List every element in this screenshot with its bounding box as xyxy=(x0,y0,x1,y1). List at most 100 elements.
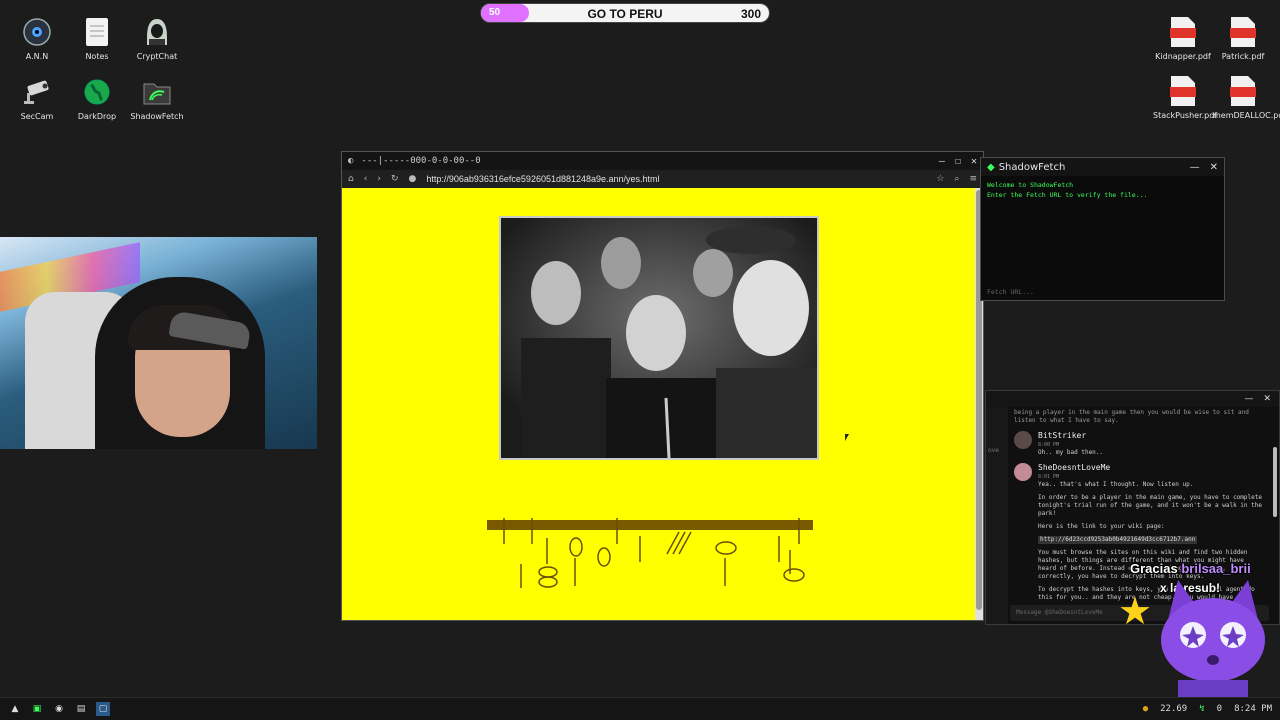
message-text: Here is the link to your wiki page: xyxy=(1038,523,1165,530)
desktop-icon-seccam[interactable]: SecCam xyxy=(7,76,67,121)
desktop-icon-label: Patrick.pdf xyxy=(1221,52,1265,61)
start-menu-icon[interactable]: ▲ xyxy=(8,702,22,716)
address-bar[interactable]: http://906ab936316efce5926051d881248a9e.… xyxy=(426,174,926,184)
chat-contact-list[interactable]: ove xyxy=(986,407,1008,624)
hacker-hood-icon xyxy=(141,16,173,48)
desktop-icon-notes[interactable]: Notes xyxy=(67,16,127,61)
desktop-icon-ann[interactable]: A.N.N xyxy=(7,16,67,61)
browser-titlebar[interactable]: ◐ ---|-----000-0-0-00--0 — ☐ ✕ xyxy=(342,152,983,170)
pdf-icon xyxy=(1227,75,1259,107)
console-line: Welcome to ShadowFetch xyxy=(987,181,1074,189)
resub-alert: Gracias brilsaa_brii xyxy=(1130,561,1251,576)
desktop-icon-patrick-pdf[interactable]: Patrick.pdf xyxy=(1213,16,1273,61)
globe-icon xyxy=(81,76,113,108)
signal-value: 0 xyxy=(1216,704,1223,714)
avatar xyxy=(1014,431,1032,449)
desktop-icon-label: DarkDrop xyxy=(77,112,117,121)
desktop-icon-label: Kidnapper.pdf xyxy=(1155,52,1211,61)
alert-prefix: Gracias xyxy=(1130,561,1178,576)
message-text: Yea.. that's what I thought. Now listen … xyxy=(1038,481,1194,488)
alert-username: brilsaa_brii xyxy=(1181,561,1251,576)
goal-target-value: 300 xyxy=(740,7,761,21)
message-text: In order to be a player in the main game… xyxy=(1038,494,1262,517)
desktop-icon-darkdrop[interactable]: DarkDrop xyxy=(67,76,127,121)
shadowfetch-titlebar[interactable]: ◆ ShadowFetch — ✕ xyxy=(981,158,1224,176)
wiki-link[interactable]: http://6d23ccd9253ab0b4921649d3cc6712b7.… xyxy=(1038,536,1198,544)
message-time: 8:01 PM xyxy=(1038,474,1060,480)
desktop-icon-kidnapper-pdf[interactable]: Kidnapper.pdf xyxy=(1153,16,1213,61)
taskbar: ▲ ▣ ◉ ▤ ▢ ● 22.69 ↯ 0 8:24 PM xyxy=(0,697,1280,720)
desktop-icon-label: ShadowFetch xyxy=(130,112,184,121)
desktop-icon-label: memDEALLOC.pdf xyxy=(1213,111,1280,120)
forward-icon[interactable]: › xyxy=(377,174,381,184)
taskbar-globe-icon[interactable]: ◉ xyxy=(52,702,66,716)
desktop-icon-memdealloc-pdf[interactable]: memDEALLOC.pdf xyxy=(1213,75,1280,120)
avatar xyxy=(1014,463,1032,481)
desktop-icon-stackpusher-pdf[interactable]: StackPusher.pdf xyxy=(1153,75,1218,120)
signal-icon: ↯ xyxy=(1199,704,1205,714)
close-icon[interactable]: ✕ xyxy=(1210,162,1218,173)
desktop-icon-label: CryptChat xyxy=(136,52,178,61)
webcam-feed xyxy=(0,237,317,449)
clock: 8:24 PM xyxy=(1234,704,1272,714)
taskbar-app-icon[interactable]: ▣ xyxy=(30,702,44,716)
minimize-icon[interactable]: — xyxy=(939,156,945,167)
alien-eye-icon xyxy=(21,16,53,48)
chat-titlebar[interactable]: — ✕ xyxy=(986,391,1279,407)
pdf-icon xyxy=(1167,16,1199,48)
desktop-icon-label: StackPusher.pdf xyxy=(1153,111,1218,120)
page-content xyxy=(342,188,983,620)
shadowfetch-app-icon: ◆ xyxy=(987,161,995,173)
lock-icon: ● xyxy=(408,174,417,184)
security-camera-icon xyxy=(21,76,53,108)
home-icon[interactable]: ⌂ xyxy=(348,174,354,184)
chat-message: BitStriker 8:00 PM Oh.. my bad then.. xyxy=(1014,431,1265,457)
star-icon: ★ xyxy=(1118,589,1153,633)
shadowfetch-console: Welcome to ShadowFetch Enter the Fetch U… xyxy=(981,176,1224,204)
pdf-icon xyxy=(1227,16,1259,48)
notes-icon xyxy=(81,16,113,48)
coin-balance: 22.69 xyxy=(1160,704,1188,714)
sender-name: SheDoesntLoveMe xyxy=(1038,463,1111,472)
goal-title: GO TO PERU xyxy=(587,7,663,21)
fetch-url-input[interactable]: Fetch URL... xyxy=(987,288,1034,296)
mouse-cursor xyxy=(845,434,849,441)
taskbar-terminal-icon[interactable]: ▤ xyxy=(74,702,88,716)
desktop-icon-label: A.N.N xyxy=(25,52,49,61)
desktop-icon-cryptchat[interactable]: CryptChat xyxy=(127,16,187,61)
reload-icon[interactable]: ↻ xyxy=(391,174,399,184)
shadowfetch-icon xyxy=(141,76,173,108)
close-icon[interactable]: ✕ xyxy=(1263,394,1271,404)
browser-navbar: ⌂ ‹ › ↻ ● http://906ab936316efce5926051d… xyxy=(342,170,983,188)
desktop-icon-label: SecCam xyxy=(20,112,54,121)
system-tray: ● 22.69 ↯ 0 8:24 PM xyxy=(1143,704,1272,714)
menu-icon[interactable]: ≡ xyxy=(969,174,977,184)
minimize-icon[interactable]: — xyxy=(1190,162,1200,173)
purple-cat-mascot xyxy=(1161,580,1265,700)
bookmark-star-icon[interactable]: ☆ xyxy=(936,174,944,184)
desktop-icon-shadowfetch[interactable]: ShadowFetch xyxy=(127,76,187,121)
message-text: Oh.. my bad then.. xyxy=(1038,449,1104,456)
coin-icon: ● xyxy=(1142,704,1149,714)
contact-label: ove xyxy=(988,447,999,454)
shadowfetch-window: ◆ ShadowFetch — ✕ Welcome to ShadowFetch… xyxy=(980,157,1225,301)
donation-goal-bar: 50 GO TO PERU 300 xyxy=(480,3,770,23)
console-line: Enter the Fetch URL to verify the file..… xyxy=(987,191,1148,199)
vintage-crowd-photo xyxy=(499,216,819,460)
close-icon[interactable]: ✕ xyxy=(971,156,977,167)
maximize-icon[interactable]: ☐ xyxy=(955,156,961,167)
minimize-icon[interactable]: — xyxy=(1244,394,1253,404)
search-icon[interactable]: ⌕ xyxy=(954,174,959,184)
chat-scrollbar[interactable] xyxy=(1273,447,1277,517)
desktop-icon-label: Notes xyxy=(85,52,109,61)
sender-name: BitStriker xyxy=(1038,431,1087,440)
taskbar-active-app-icon[interactable]: ▢ xyxy=(96,702,110,716)
browser-app-icon: ◐ xyxy=(348,156,354,166)
message-time: 8:00 PM xyxy=(1038,442,1060,448)
message-text: being a player in the main game then you… xyxy=(1014,409,1249,424)
browser-window: ◐ ---|-----000-0-0-00--0 — ☐ ✕ ⌂ ‹ › ↻ ●… xyxy=(341,151,984,621)
back-icon[interactable]: ‹ xyxy=(364,174,368,184)
shadowfetch-title: ShadowFetch xyxy=(998,161,1066,173)
pdf-icon xyxy=(1167,75,1199,107)
cipher-symbols xyxy=(487,518,813,588)
